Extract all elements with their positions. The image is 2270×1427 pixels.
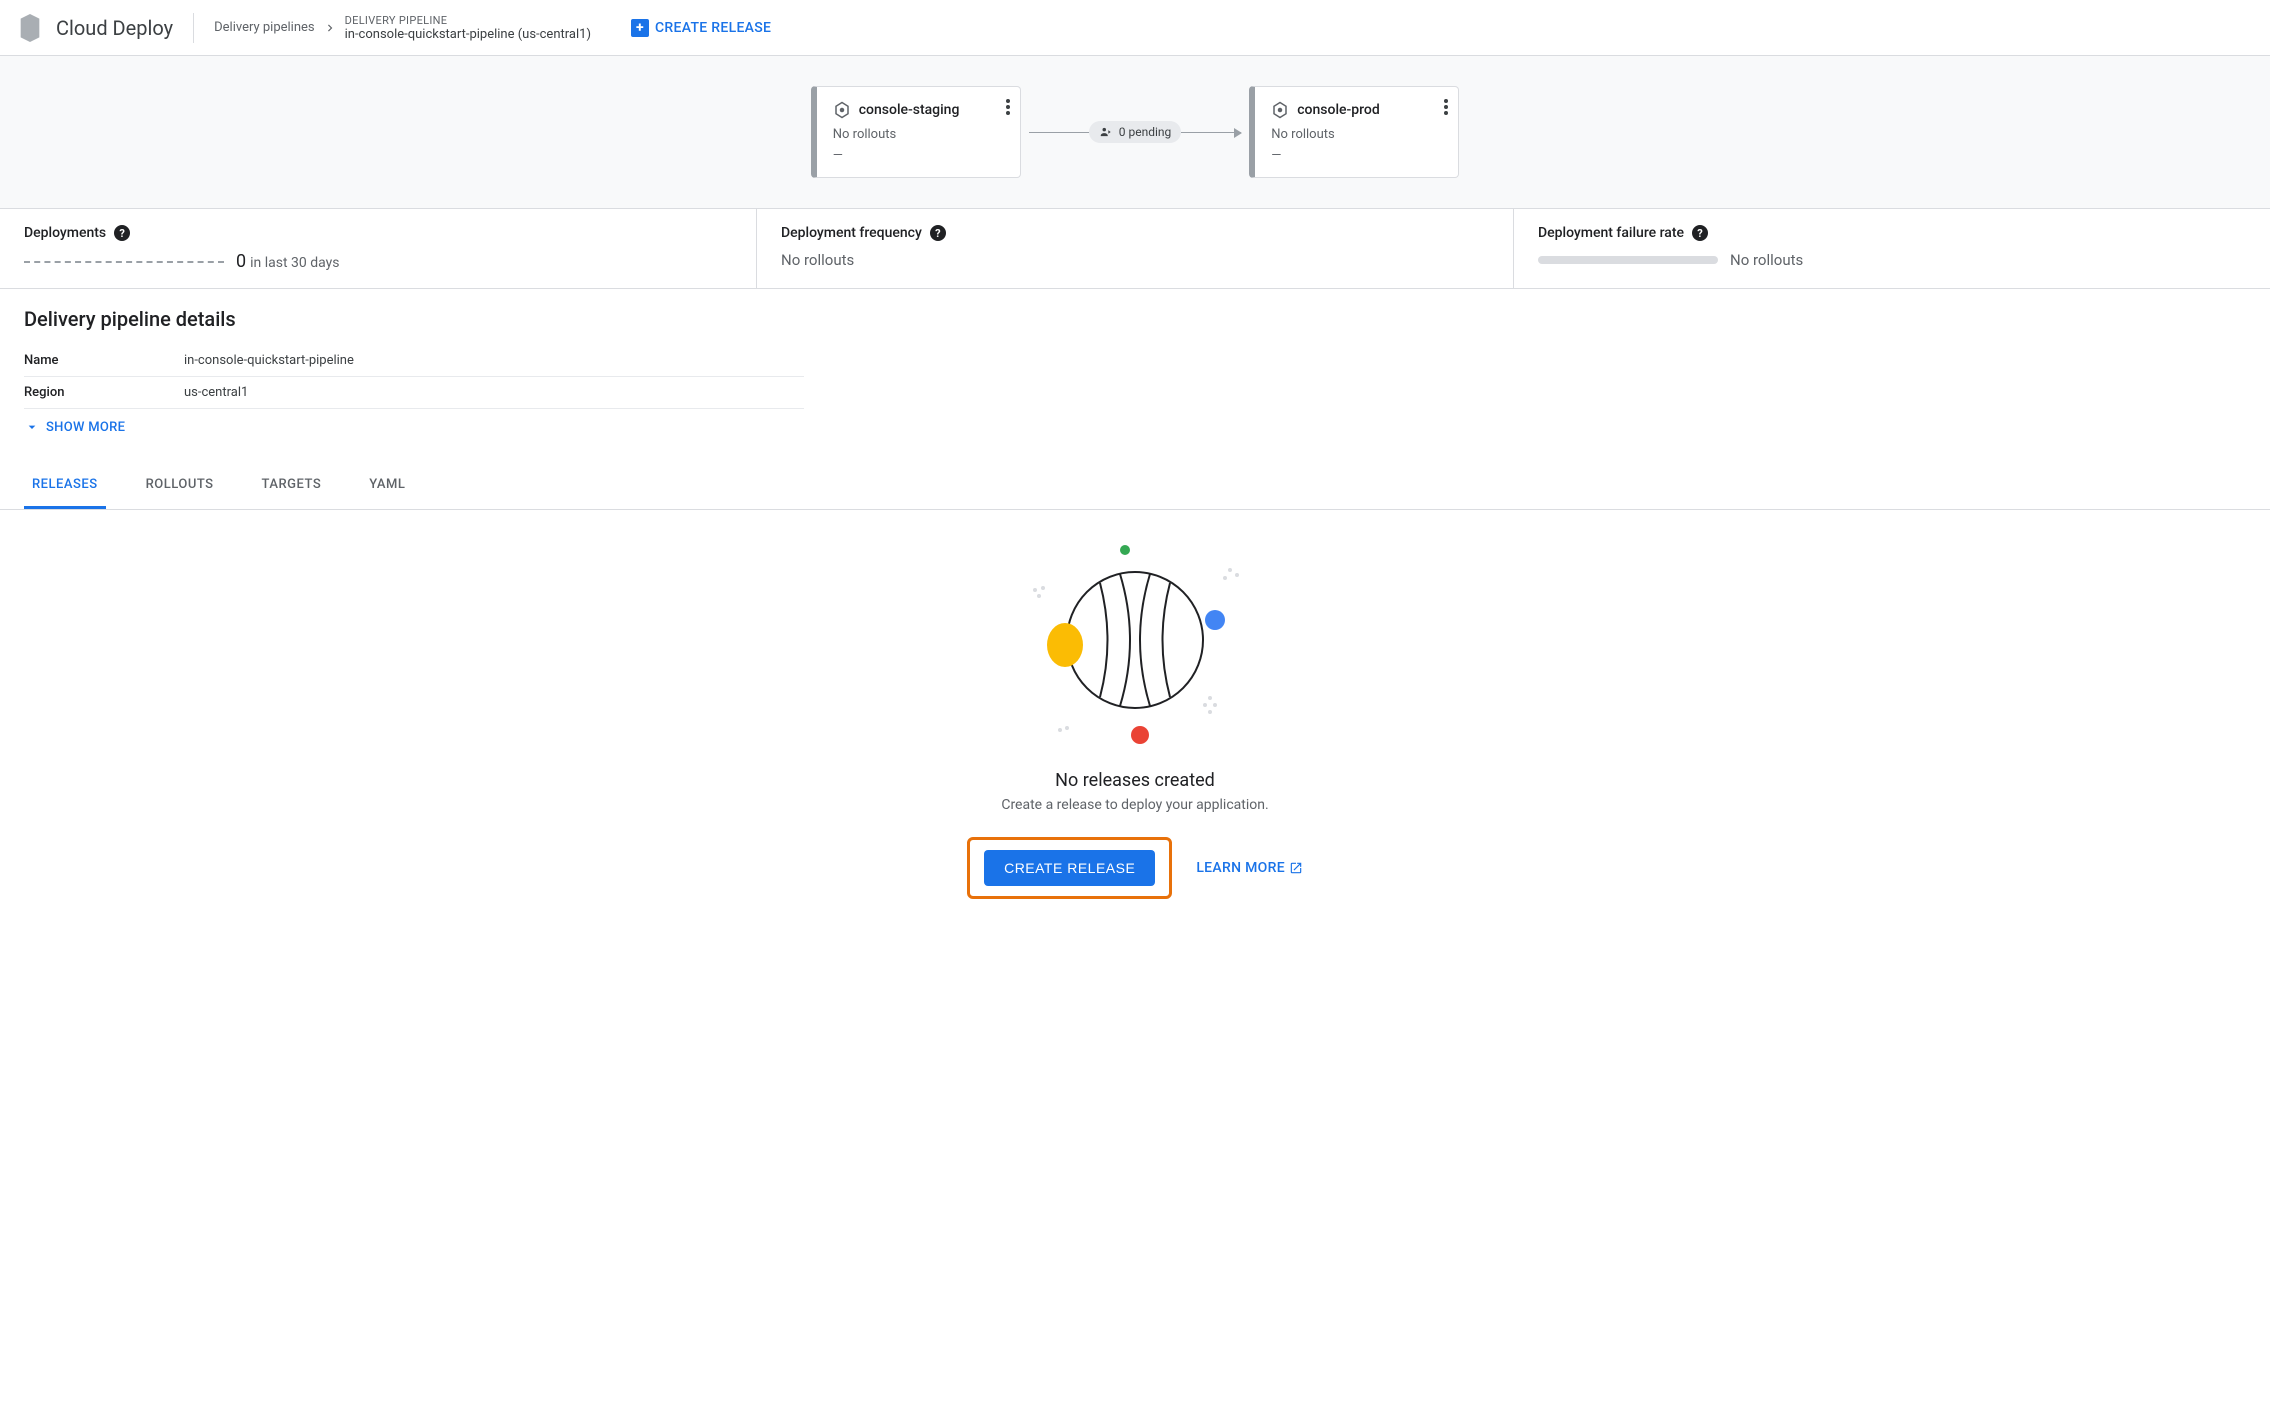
stat-suffix: in last 30 days bbox=[250, 255, 339, 271]
show-more-button[interactable]: SHOW MORE bbox=[24, 419, 2246, 435]
failure-bar bbox=[1538, 256, 1718, 264]
stage-connector: 0 pending bbox=[1029, 121, 1242, 143]
tutorial-highlight: CREATE RELEASE bbox=[967, 837, 1172, 899]
external-link-icon bbox=[1289, 861, 1303, 875]
stat-deployments: Deployments ? 0in last 30 days bbox=[0, 209, 757, 288]
help-icon[interactable]: ? bbox=[114, 225, 130, 241]
tab-rollouts[interactable]: ROLLOUTS bbox=[138, 463, 222, 509]
details-title: Delivery pipeline details bbox=[24, 307, 2246, 331]
stat-value: No rollouts bbox=[1730, 251, 1803, 269]
stat-frequency: Deployment frequency ? No rollouts bbox=[757, 209, 1514, 288]
product-name: Cloud Deploy bbox=[56, 16, 173, 40]
stage-card-staging[interactable]: console-staging No rollouts — bbox=[811, 86, 1021, 178]
detail-label: Region bbox=[24, 377, 184, 409]
details-section: Delivery pipeline details Name in-consol… bbox=[0, 289, 2270, 443]
empty-state: No releases created Create a release to … bbox=[0, 510, 2270, 929]
detail-label: Name bbox=[24, 345, 184, 377]
stat-title: Deployments bbox=[24, 225, 106, 241]
breadcrumb-current: DELIVERY PIPELINE in-console-quickstart-… bbox=[345, 14, 591, 42]
sparkline-placeholder bbox=[24, 261, 224, 263]
stat-failure-rate: Deployment failure rate ? No rollouts bbox=[1514, 209, 2270, 288]
tabs-bar: RELEASES ROLLOUTS TARGETS YAML bbox=[0, 463, 2270, 510]
stage-menu-button[interactable] bbox=[1006, 99, 1010, 115]
detail-value: us-central1 bbox=[184, 377, 804, 409]
stage-title: console-staging bbox=[859, 102, 960, 118]
cloud-deploy-logo-icon bbox=[16, 14, 44, 42]
pipeline-diagram: console-staging No rollouts — 0 pending … bbox=[0, 56, 2270, 209]
stage-status: No rollouts bbox=[1271, 127, 1442, 142]
chevron-right-icon bbox=[323, 21, 337, 35]
stage-card-prod[interactable]: console-prod No rollouts — bbox=[1249, 86, 1459, 178]
stat-title: Deployment failure rate bbox=[1538, 225, 1684, 241]
breadcrumb-value: in-console-quickstart-pipeline (us-centr… bbox=[345, 27, 591, 42]
detail-value: in-console-quickstart-pipeline bbox=[184, 345, 804, 377]
stage-dash: — bbox=[833, 148, 1004, 163]
empty-illustration bbox=[1005, 530, 1265, 750]
stage-dash: — bbox=[1271, 148, 1442, 163]
header-separator bbox=[193, 13, 194, 43]
chevron-down-icon bbox=[24, 419, 40, 435]
stage-menu-button[interactable] bbox=[1444, 99, 1448, 115]
breadcrumb-label: DELIVERY PIPELINE bbox=[345, 14, 591, 27]
stage-title: console-prod bbox=[1297, 102, 1380, 118]
product-logo-wrap: Cloud Deploy bbox=[16, 14, 173, 42]
tab-targets[interactable]: TARGETS bbox=[254, 463, 330, 509]
create-release-button[interactable]: CREATE RELEASE bbox=[984, 850, 1155, 886]
tab-releases[interactable]: RELEASES bbox=[24, 463, 106, 509]
kebab-icon bbox=[1006, 99, 1010, 115]
empty-subtitle: Create a release to deploy your applicat… bbox=[0, 797, 2270, 813]
breadcrumb: Delivery pipelines DELIVERY PIPELINE in-… bbox=[214, 14, 591, 42]
plus-icon: + bbox=[631, 19, 649, 37]
breadcrumb-root[interactable]: Delivery pipelines bbox=[214, 20, 315, 35]
help-icon[interactable]: ? bbox=[1692, 225, 1708, 241]
stat-value: No rollouts bbox=[781, 251, 854, 269]
help-icon[interactable]: ? bbox=[930, 225, 946, 241]
details-table: Name in-console-quickstart-pipeline Regi… bbox=[24, 345, 804, 409]
person-arrow-icon bbox=[1099, 125, 1113, 139]
tab-yaml[interactable]: YAML bbox=[361, 463, 413, 509]
stats-row: Deployments ? 0in last 30 days Deploymen… bbox=[0, 209, 2270, 289]
pending-badge: 0 pending bbox=[1089, 121, 1182, 143]
create-release-header-button[interactable]: + CREATE RELEASE bbox=[631, 19, 771, 37]
stage-status: No rollouts bbox=[833, 127, 1004, 142]
header-bar: Cloud Deploy Delivery pipelines DELIVERY… bbox=[0, 0, 2270, 56]
learn-more-link[interactable]: LEARN MORE bbox=[1196, 860, 1303, 876]
target-hex-icon bbox=[833, 101, 851, 119]
create-release-label: CREATE RELEASE bbox=[655, 20, 771, 36]
stat-title: Deployment frequency bbox=[781, 225, 922, 241]
target-hex-icon bbox=[1271, 101, 1289, 119]
empty-title: No releases created bbox=[0, 770, 2270, 791]
stat-count: 0 bbox=[236, 251, 246, 272]
table-row: Name in-console-quickstart-pipeline bbox=[24, 345, 804, 377]
kebab-icon bbox=[1444, 99, 1448, 115]
table-row: Region us-central1 bbox=[24, 377, 804, 409]
